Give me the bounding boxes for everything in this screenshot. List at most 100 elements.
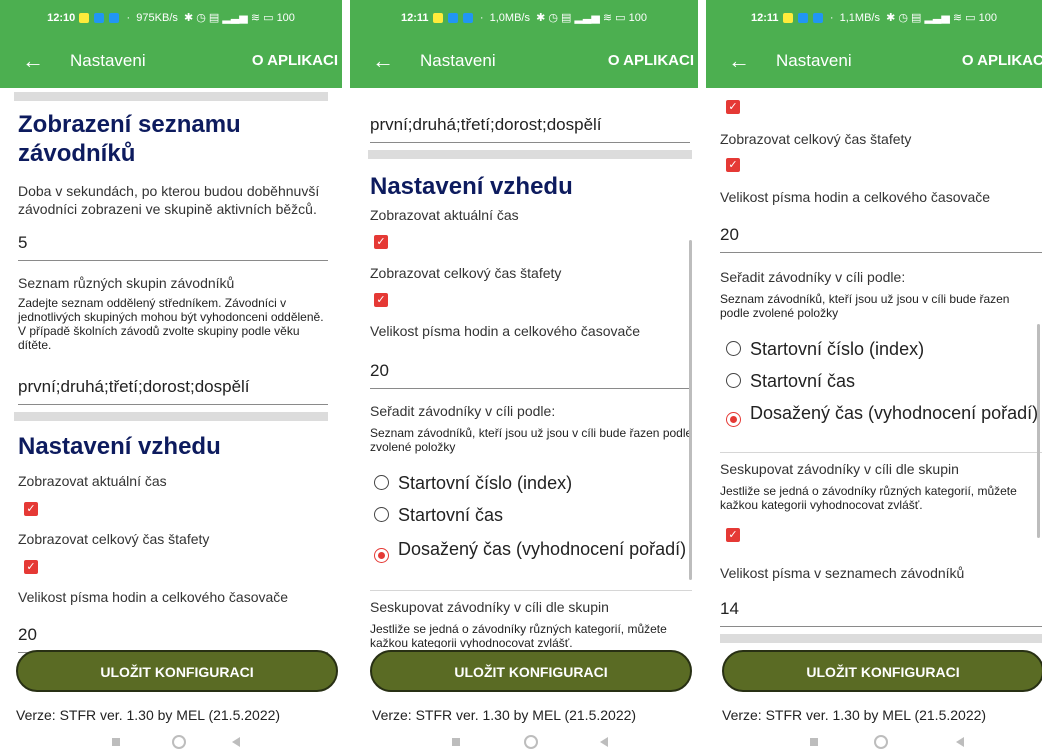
settings-content: první;druhá;třetí;dorost;dospělí Nastave… bbox=[350, 88, 698, 687]
app-title: Nastaveni bbox=[420, 51, 496, 70]
notification-icon bbox=[432, 13, 443, 24]
about-button[interactable]: O APLIKACI bbox=[252, 52, 338, 69]
radio-selected-icon[interactable] bbox=[374, 548, 389, 563]
radio-icon[interactable] bbox=[374, 475, 389, 490]
duration-description: Doba v sekundách, po kterou budou doběhn… bbox=[18, 183, 320, 217]
grouping-label: Seskupovat závodníky v cíli dle skupin bbox=[720, 461, 959, 477]
show-time-checkbox[interactable]: ✓ bbox=[24, 502, 38, 516]
nav-back-icon[interactable] bbox=[232, 737, 240, 747]
notification-icon bbox=[812, 13, 823, 24]
show-time-checkbox[interactable]: ✓ bbox=[374, 235, 388, 249]
scrollbar[interactable] bbox=[689, 240, 692, 580]
section-heading: Zobrazení seznamu závodníků bbox=[18, 111, 241, 167]
version-text: Verze: STFR ver. 1.30 by MEL (21.5.2022) bbox=[16, 707, 281, 723]
nav-home-icon[interactable] bbox=[172, 735, 186, 749]
sort-description: Seznam závodníků, kteří jsou už jsou v c… bbox=[720, 292, 1010, 320]
app-bar: ← Nastaveni O APLIKACI bbox=[706, 36, 1042, 88]
app-bar: ← Nastaveni O APLIKACI bbox=[0, 36, 342, 88]
status-speed: 1,0MB/s bbox=[489, 12, 530, 24]
show-relay-checkbox[interactable]: ✓ bbox=[726, 158, 740, 172]
notification-icon bbox=[447, 13, 458, 24]
status-battery: 100 bbox=[628, 12, 647, 24]
sort-option-achieved-time[interactable]: Dosažený čas (vyhodnocení pořadí) bbox=[374, 538, 698, 563]
back-arrow-icon[interactable]: ← bbox=[372, 48, 394, 74]
nav-back-icon[interactable] bbox=[956, 737, 964, 747]
status-speed: 1,1MB/s bbox=[839, 12, 880, 24]
nav-home-icon[interactable] bbox=[874, 735, 888, 749]
radio-icon[interactable] bbox=[726, 341, 741, 356]
nav-recent-icon[interactable] bbox=[452, 738, 460, 746]
show-time-label: Zobrazovat aktuální čas bbox=[370, 207, 519, 223]
font-size-label: Velikost písma hodin a celkového časovač… bbox=[720, 189, 991, 205]
font-size-input[interactable]: 20 bbox=[18, 624, 328, 653]
show-relay-checkbox[interactable]: ✓ bbox=[374, 293, 388, 307]
about-button[interactable]: O APLIKACI bbox=[608, 52, 694, 69]
version-text: Verze: STFR ver. 1.30 by MEL (21.5.2022) bbox=[722, 707, 987, 723]
duration-input[interactable]: 5 bbox=[18, 232, 328, 261]
back-arrow-icon[interactable]: ← bbox=[22, 48, 44, 74]
app-bar: ← Nastaveni O APLIKACI bbox=[350, 36, 698, 88]
show-relay-label: Zobrazovat celkový čas štafety bbox=[370, 265, 562, 281]
grouping-label: Seskupovat závodníky v cíli dle skupin bbox=[370, 599, 609, 615]
nav-home-icon[interactable] bbox=[524, 735, 538, 749]
settings-content: Zobrazení seznamu závodníků Doba v sekun… bbox=[0, 88, 342, 687]
sort-option-label: Startovní číslo (index) bbox=[750, 339, 925, 359]
screenshot-3: 12:11 · 1,1MB/s ✱ ◷ ▤ ▂▃▅ ≋ ▭ 100 ← Nast… bbox=[706, 0, 1042, 753]
section-heading: Nastavení vzhedu bbox=[370, 173, 573, 200]
show-time-checkbox[interactable]: ✓ bbox=[726, 100, 740, 114]
status-icons: ✱ ◷ ▤ ▂▃▅ ≋ ▭ bbox=[180, 12, 274, 24]
system-nav-bar bbox=[0, 731, 342, 753]
scrollbar[interactable] bbox=[1037, 324, 1040, 538]
save-config-button[interactable]: ULOŽIT KONFIGURACI bbox=[16, 650, 338, 692]
nav-recent-icon[interactable] bbox=[810, 738, 818, 746]
sort-option-label: Dosažený čas (vyhodnocení pořadí) bbox=[398, 539, 687, 559]
notification-icon bbox=[797, 13, 808, 24]
status-icons: ✱ ◷ ▤ ▂▃▅ ≋ ▭ bbox=[883, 12, 976, 24]
nav-recent-icon[interactable] bbox=[112, 738, 120, 746]
system-nav-bar bbox=[350, 731, 698, 753]
nav-back-icon[interactable] bbox=[600, 737, 608, 747]
sort-label: Seřadit závodníky v cíli podle: bbox=[720, 269, 906, 285]
back-arrow-icon[interactable]: ← bbox=[728, 48, 750, 74]
status-speed: 975KB/s bbox=[136, 12, 178, 24]
save-config-button[interactable]: ULOŽIT KONFIGURACI bbox=[370, 650, 692, 692]
sort-option-achieved-time[interactable]: Dosažený čas (vyhodnocení pořadí) bbox=[726, 402, 1040, 427]
font-size-input[interactable]: 20 bbox=[720, 224, 1042, 253]
section-heading: Nastavení vzhedu bbox=[18, 433, 221, 460]
sort-option-start-time[interactable]: Startovní čas bbox=[726, 370, 1042, 392]
show-time-label: Zobrazovat aktuální čas bbox=[18, 473, 167, 489]
sort-option-start-time[interactable]: Startovní čas bbox=[374, 504, 698, 526]
status-bar: 12:10 · 975KB/s ✱ ◷ ▤ ▂▃▅ ≋ ▭ 100 bbox=[0, 0, 342, 36]
radio-icon[interactable] bbox=[726, 373, 741, 388]
save-config-button[interactable]: ULOŽIT KONFIGURACI bbox=[722, 650, 1042, 692]
version-text: Verze: STFR ver. 1.30 by MEL (21.5.2022) bbox=[372, 707, 637, 723]
sort-option-index[interactable]: Startovní číslo (index) bbox=[726, 338, 1042, 360]
app-title: Nastaveni bbox=[70, 51, 146, 70]
status-icons: ✱ ◷ ▤ ▂▃▅ ≋ ▭ bbox=[533, 12, 626, 24]
grouping-checkbox[interactable]: ✓ bbox=[726, 528, 740, 542]
separator bbox=[370, 590, 692, 591]
separator bbox=[720, 452, 1042, 453]
screenshot-2: 12:11 · 1,0MB/s ✱ ◷ ▤ ▂▃▅ ≋ ▭ 100 ← Nast… bbox=[350, 0, 698, 753]
notification-icon bbox=[79, 13, 90, 24]
screenshot-1: 12:10 · 975KB/s ✱ ◷ ▤ ▂▃▅ ≋ ▭ 100 ← Nast… bbox=[0, 0, 342, 753]
section-divider bbox=[720, 634, 1042, 643]
status-time: 12:11 bbox=[751, 12, 779, 24]
groups-input[interactable]: první;druhá;třetí;dorost;dospělí bbox=[18, 376, 328, 405]
font-size-label: Velikost písma hodin a celkového časovač… bbox=[18, 589, 289, 605]
groups-input[interactable]: první;druhá;třetí;dorost;dospělí bbox=[370, 114, 690, 143]
groups-description: Zadejte seznam oddělený středníkem. Závo… bbox=[18, 296, 324, 352]
show-relay-checkbox[interactable]: ✓ bbox=[24, 560, 38, 574]
radio-selected-icon[interactable] bbox=[726, 412, 741, 427]
status-time: 12:10 bbox=[47, 12, 76, 24]
sort-option-index[interactable]: Startovní číslo (index) bbox=[374, 472, 698, 494]
status-time: 12:11 bbox=[401, 12, 429, 24]
sort-option-label: Dosažený čas (vyhodnocení pořadí) bbox=[750, 403, 1039, 423]
list-font-size-input[interactable]: 14 bbox=[720, 598, 1042, 627]
about-button[interactable]: O APLIKACI bbox=[962, 52, 1042, 69]
status-battery: 100 bbox=[978, 12, 997, 24]
section-divider bbox=[14, 412, 328, 421]
font-size-input[interactable]: 20 bbox=[370, 360, 690, 389]
radio-icon[interactable] bbox=[374, 507, 389, 522]
list-font-size-label: Velikost písma v seznamech závodníků bbox=[720, 565, 965, 581]
